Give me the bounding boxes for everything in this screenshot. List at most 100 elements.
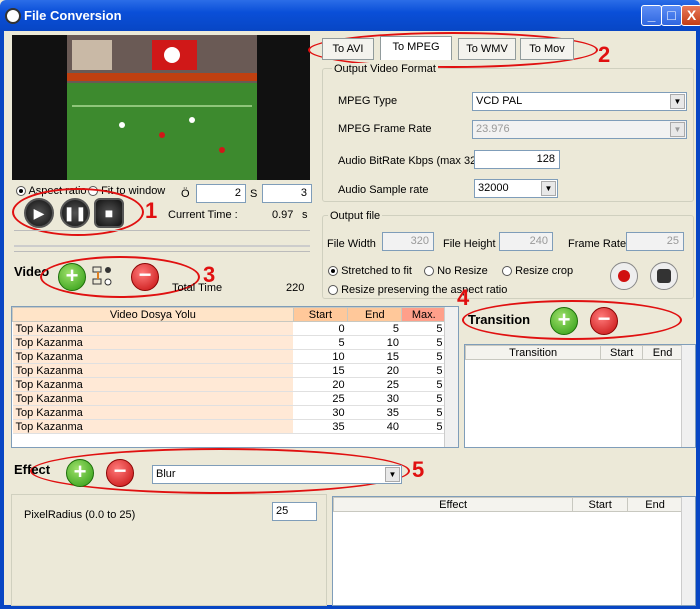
add-effect-button[interactable]: + xyxy=(66,459,94,487)
cell-end: 5 xyxy=(347,321,402,336)
cell-max: 5 xyxy=(401,363,446,378)
close-button[interactable]: X xyxy=(681,5,700,26)
current-time-unit: s xyxy=(302,209,308,221)
remove-transition-button[interactable]: − xyxy=(590,307,618,335)
total-time-label: Total Time xyxy=(172,282,223,294)
transition-table-scrollbar[interactable] xyxy=(681,345,695,447)
video-frame-image xyxy=(12,35,310,180)
radio-preserve-aspect[interactable]: Resize preserving the aspect ratio xyxy=(328,284,507,296)
current-time-value: 0.97 xyxy=(272,209,294,221)
radio-no-resize[interactable]: No Resize xyxy=(424,265,488,277)
minimize-button[interactable]: _ xyxy=(641,5,662,26)
audio-sample-rate-label: Audio Sample rate xyxy=(338,184,429,196)
table-row[interactable]: Top Kazanma 15 20 5 xyxy=(12,363,446,378)
radio-stretched[interactable]: Stretched to fit xyxy=(328,265,412,277)
cell-end: 35 xyxy=(347,405,402,420)
audio-sample-rate-select[interactable]: 32000 ▼ xyxy=(474,179,558,198)
mpeg-frame-rate-select[interactable]: 23.976 ▼ xyxy=(472,120,687,139)
cell-start: 0 xyxy=(293,321,348,336)
cell-path: Top Kazanma xyxy=(12,391,294,406)
table-row[interactable]: Top Kazanma 35 40 5 xyxy=(12,419,446,434)
tab-to-avi[interactable]: To AVI xyxy=(322,38,374,60)
radio-no-resize-label: No Resize xyxy=(437,265,488,277)
add-transition-button[interactable]: + xyxy=(550,307,578,335)
radio-resize-crop[interactable]: Resize crop xyxy=(502,265,573,277)
col-max[interactable]: Max. xyxy=(401,307,446,322)
effect-select[interactable]: Blur ▼ xyxy=(152,465,402,484)
record-button[interactable] xyxy=(610,262,638,290)
frame-rate-input[interactable]: 25 xyxy=(626,232,684,251)
col-effect[interactable]: Effect xyxy=(332,497,574,512)
col-transition-end[interactable]: End xyxy=(642,345,683,360)
cell-end: 25 xyxy=(347,377,402,392)
effect-table-scrollbar[interactable] xyxy=(681,497,695,605)
pixel-radius-label: PixelRadius (0.0 to 25) xyxy=(24,509,136,521)
table-row[interactable]: Top Kazanma 30 35 5 xyxy=(12,405,446,420)
table-row[interactable]: Top Kazanma 5 10 5 xyxy=(12,335,446,350)
cell-end: 10 xyxy=(347,335,402,350)
mpeg-type-select[interactable]: VCD PAL ▼ xyxy=(472,92,687,111)
effect-grid: Effect Start End xyxy=(332,497,683,512)
pixel-radius-input[interactable]: 25 xyxy=(272,502,317,521)
cell-max: 5 xyxy=(401,377,446,392)
radio-resize-crop-label: Resize crop xyxy=(515,265,574,277)
annotation-number-5: 5 xyxy=(412,457,425,482)
table-row[interactable]: Top Kazanma 20 25 5 xyxy=(12,377,446,392)
video-order-icon[interactable] xyxy=(92,265,120,289)
maximize-button[interactable]: □ xyxy=(661,5,682,26)
seek-bar[interactable] xyxy=(14,230,310,252)
cell-max: 5 xyxy=(401,335,446,350)
transition-grid: Transition Start End xyxy=(464,345,683,360)
col-transition-start[interactable]: Start xyxy=(600,345,644,360)
table-row[interactable]: Top Kazanma 0 5 5 xyxy=(12,321,446,336)
cell-max: 5 xyxy=(401,405,446,420)
cell-end: 40 xyxy=(347,419,402,434)
audio-bitrate-input[interactable]: 128 xyxy=(474,150,560,169)
stop-button[interactable]: ■ xyxy=(94,198,124,228)
cell-path: Top Kazanma xyxy=(12,377,294,392)
output-file-label: Output file xyxy=(328,210,383,222)
cell-start: 25 xyxy=(293,391,348,406)
tab-to-mov[interactable]: To Mov xyxy=(520,38,574,60)
stop-record-button[interactable] xyxy=(650,262,678,290)
annotation-number-1: 1 xyxy=(145,198,158,223)
tab-to-wmv[interactable]: To WMV xyxy=(458,38,516,60)
file-width-input[interactable]: 320 xyxy=(382,232,434,251)
mpeg-frame-rate-label: MPEG Frame Rate xyxy=(338,123,432,135)
cell-end: 20 xyxy=(347,363,402,378)
effect-table: Effect Start End xyxy=(332,496,696,606)
col-start[interactable]: Start xyxy=(292,307,349,322)
cell-end: 15 xyxy=(347,349,402,364)
table-row[interactable]: Top Kazanma 25 30 5 xyxy=(12,391,446,406)
add-video-button[interactable]: + xyxy=(58,263,86,291)
cell-start: 35 xyxy=(293,419,348,434)
remove-video-button[interactable]: − xyxy=(131,263,159,291)
cell-start: 5 xyxy=(293,335,348,350)
cell-end: 30 xyxy=(347,391,402,406)
file-height-label: File Height xyxy=(443,238,496,250)
col-video-path[interactable]: Video Dosya Yolu xyxy=(12,307,294,322)
cell-path: Top Kazanma xyxy=(12,405,294,420)
app-icon xyxy=(5,8,21,24)
transition-label: Transition xyxy=(468,312,531,327)
play-button[interactable]: ▶ xyxy=(24,198,54,228)
file-height-input[interactable]: 240 xyxy=(499,232,553,251)
cell-max: 5 xyxy=(401,349,446,364)
remove-effect-button[interactable]: − xyxy=(106,459,134,487)
col-effect-end[interactable]: End xyxy=(627,497,683,512)
current-time-label: Current Time : xyxy=(168,209,238,221)
table-row[interactable]: Top Kazanma 10 15 5 xyxy=(12,349,446,364)
col-end[interactable]: End xyxy=(347,307,403,322)
tab-to-mpeg[interactable]: To MPEG xyxy=(380,36,452,60)
o-stepper[interactable]: 2 xyxy=(196,184,246,203)
effect-label: Effect xyxy=(14,462,51,477)
col-effect-start[interactable]: Start xyxy=(572,497,629,512)
radio-preserve-aspect-label: Resize preserving the aspect ratio xyxy=(341,284,508,296)
cell-path: Top Kazanma xyxy=(12,321,294,336)
total-time-value: 220 xyxy=(286,282,305,294)
col-transition[interactable]: Transition xyxy=(464,345,602,360)
cell-start: 30 xyxy=(293,405,348,420)
s-stepper[interactable]: 3 xyxy=(262,184,312,203)
pause-button[interactable]: ❚❚ xyxy=(60,198,90,228)
video-table-scrollbar[interactable] xyxy=(444,307,458,447)
